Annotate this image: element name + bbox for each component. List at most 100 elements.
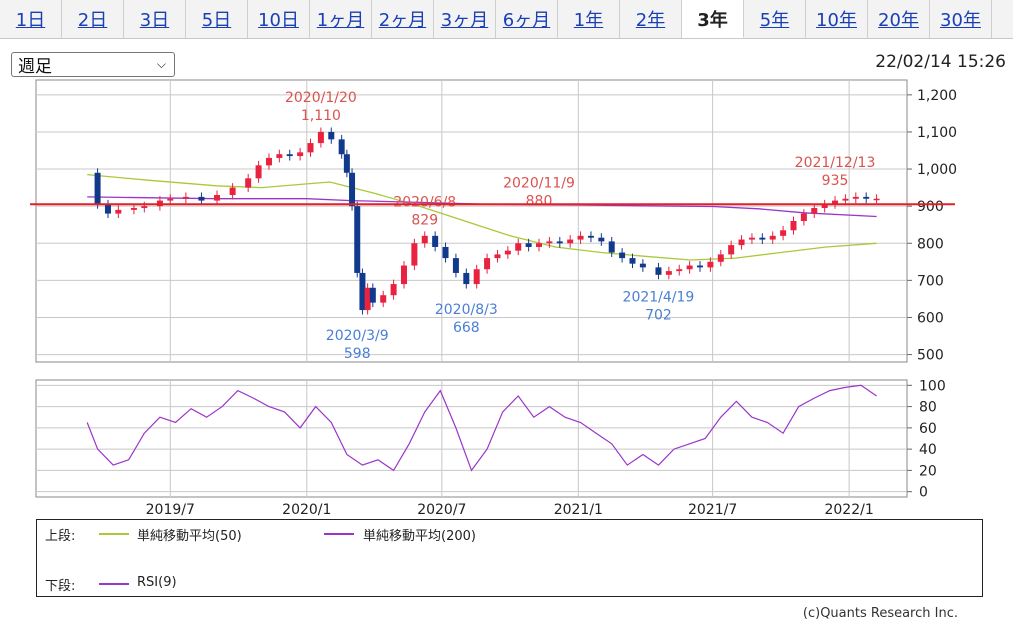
x-tick-label: 2020/7 bbox=[417, 502, 466, 518]
candle-body bbox=[556, 241, 563, 244]
candle-body bbox=[608, 241, 615, 253]
rsi-ytick-label: 0 bbox=[919, 485, 928, 501]
candle-body bbox=[115, 209, 122, 214]
candle-body bbox=[639, 263, 646, 268]
candle-body bbox=[307, 143, 314, 153]
annotation-value: 829 bbox=[411, 213, 438, 229]
rsi-ytick-label: 60 bbox=[919, 421, 937, 437]
legend-rsi-label: RSI(9) bbox=[137, 575, 177, 590]
candle-body bbox=[255, 165, 262, 179]
candle-body bbox=[463, 272, 470, 285]
candle-body bbox=[359, 272, 366, 311]
legend-lower-label: 下段: bbox=[45, 579, 76, 594]
candle-body bbox=[432, 235, 439, 247]
x-tick-label: 2019/7 bbox=[146, 502, 195, 518]
candle-body bbox=[104, 204, 111, 214]
candle-body bbox=[587, 235, 594, 238]
rsi-ytick-label: 40 bbox=[919, 442, 937, 458]
candle-body bbox=[411, 243, 418, 266]
price-ytick-label: 1,000 bbox=[917, 162, 957, 178]
candle-body bbox=[811, 208, 818, 214]
annotation-date: 2021/4/19 bbox=[623, 290, 695, 306]
candle-body bbox=[317, 131, 324, 144]
candle-body bbox=[790, 221, 797, 231]
candle-body bbox=[354, 206, 361, 273]
annotation-value: 935 bbox=[822, 173, 849, 189]
candle-body bbox=[536, 243, 543, 247]
candle-body bbox=[364, 287, 371, 311]
stock-chart: 5006007008009001,0001,1001,2002020/1/201… bbox=[30, 79, 957, 518]
candle-body bbox=[780, 230, 787, 236]
candle-body bbox=[286, 154, 293, 157]
annotation-value: 598 bbox=[344, 346, 371, 362]
x-tick-label: 2022/1 bbox=[824, 502, 873, 518]
candle-body bbox=[852, 196, 859, 199]
x-tick-label: 2020/1 bbox=[282, 502, 331, 518]
candle-body bbox=[94, 172, 101, 205]
x-tick-label: 2021/7 bbox=[688, 502, 737, 518]
annotation-date: 2020/1/20 bbox=[285, 90, 357, 106]
candle-body bbox=[842, 198, 849, 201]
candle-body bbox=[167, 198, 174, 201]
candle-body bbox=[697, 265, 704, 268]
candle-body bbox=[390, 284, 397, 296]
annotation-value: 668 bbox=[453, 320, 480, 336]
price-chart-panel: 500 600 700 800 900 1,000 1,100 1,200 2020/1/20 1… bbox=[30, 79, 957, 364]
rsi-ytick-label: 20 bbox=[919, 463, 937, 479]
candle-body bbox=[717, 254, 724, 262]
candle-body bbox=[484, 258, 491, 270]
candle-body bbox=[655, 267, 662, 275]
rsi-ytick-label: 100 bbox=[919, 378, 946, 394]
candle-body bbox=[800, 213, 807, 221]
candle-body bbox=[369, 287, 376, 303]
candle-body bbox=[515, 243, 522, 251]
candle-body bbox=[577, 235, 584, 240]
legend-upper-label: 上段: bbox=[45, 529, 76, 544]
price-ytick-label: 600 bbox=[917, 310, 944, 326]
annotation-value: 702 bbox=[645, 308, 672, 324]
annotation-date: 2020/8/3 bbox=[435, 302, 498, 318]
annotation-value: 880 bbox=[526, 194, 553, 210]
price-ytick-label: 900 bbox=[917, 199, 944, 215]
candle-body bbox=[748, 237, 755, 240]
rsi-ytick-label: 80 bbox=[919, 400, 937, 416]
candle-body bbox=[198, 196, 205, 201]
annotation-date: 2020/11/9 bbox=[503, 176, 575, 192]
candle-body bbox=[665, 271, 672, 275]
candle-body bbox=[759, 237, 766, 240]
chart-legend: 上段: 単純移動平均(50) 単純移動平均(200) 下段: RSI(9) bbox=[36, 519, 983, 597]
candle-body bbox=[525, 243, 532, 247]
candle-body bbox=[629, 258, 636, 264]
candle-body bbox=[546, 241, 553, 244]
price-ytick-label: 1,200 bbox=[917, 88, 957, 104]
price-ytick-label: 700 bbox=[917, 273, 944, 289]
candle-body bbox=[738, 239, 745, 246]
candle-body bbox=[130, 208, 137, 210]
legend-sma200-label: 単純移動平均(200) bbox=[363, 529, 476, 544]
legend-sma200-swatch bbox=[324, 533, 354, 535]
legend-sma50-label: 単純移動平均(50) bbox=[137, 529, 242, 544]
candle-body bbox=[442, 246, 449, 259]
candle-body bbox=[598, 237, 605, 242]
candle-body bbox=[276, 154, 283, 158]
annotation-date: 2021/12/13 bbox=[795, 155, 876, 171]
candle-body bbox=[707, 261, 714, 268]
candle-body bbox=[343, 154, 350, 173]
candle-body bbox=[421, 235, 428, 244]
legend-rsi-swatch bbox=[99, 583, 129, 585]
candle-body bbox=[473, 269, 480, 285]
candle-body bbox=[349, 172, 356, 207]
x-tick-label: 2021/1 bbox=[554, 502, 603, 518]
candle-body bbox=[400, 265, 407, 285]
candle-body bbox=[338, 139, 345, 155]
candle-body bbox=[769, 235, 776, 240]
candle-body bbox=[873, 198, 880, 201]
candle-body bbox=[686, 265, 693, 270]
candle-body bbox=[504, 250, 511, 255]
candle-body bbox=[863, 196, 870, 199]
legend-sma50-swatch bbox=[99, 533, 129, 535]
candle-body bbox=[229, 187, 236, 196]
annotation-date: 2020/3/9 bbox=[326, 328, 389, 344]
candle-body bbox=[297, 152, 304, 157]
candle-body bbox=[676, 269, 683, 272]
